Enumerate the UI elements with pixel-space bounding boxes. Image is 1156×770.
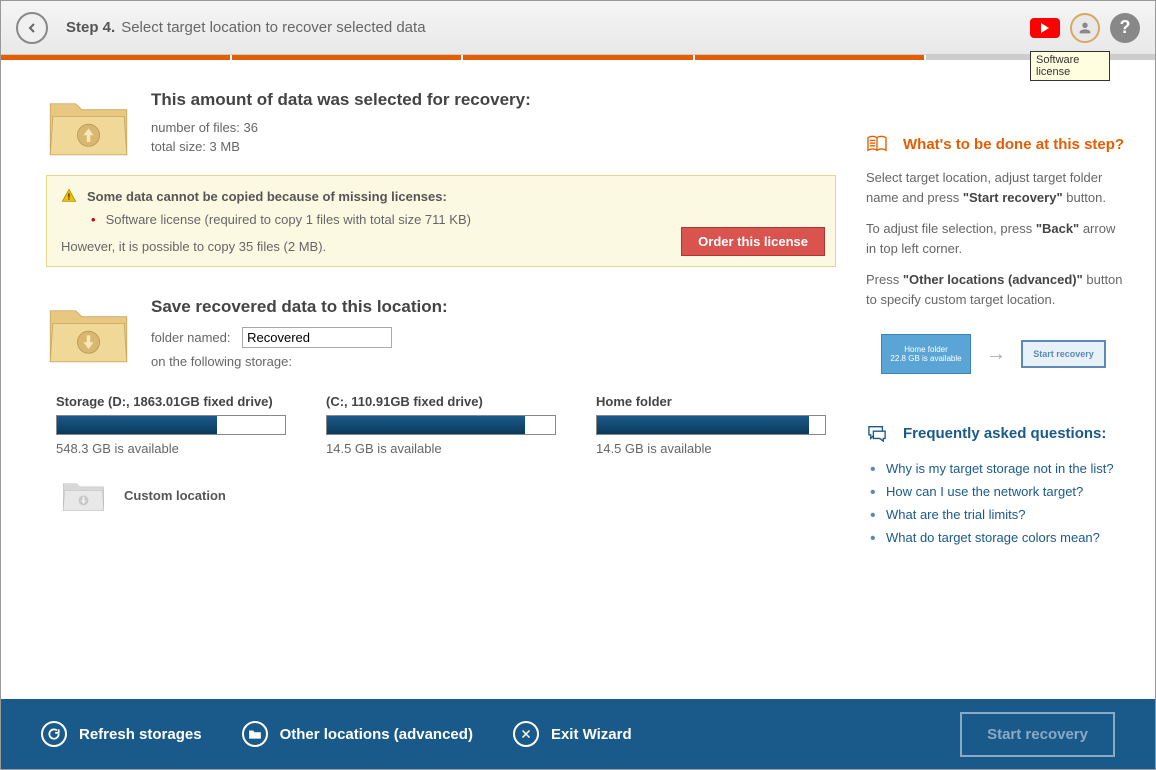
storage-list: Storage (D:, 1863.01GB fixed drive) 548.… (56, 394, 826, 456)
help-heading: What's to be done at this step? (866, 135, 1125, 153)
storage-hint: on the following storage: (151, 354, 836, 369)
order-license-button[interactable]: Order this license (681, 227, 825, 256)
help-button[interactable]: ? (1110, 13, 1140, 43)
step-description: Select target location to recover select… (121, 19, 425, 36)
save-title: Save recovered data to this location: (151, 297, 836, 317)
faq-list: Why is my target storage not in the list… (866, 457, 1125, 549)
faq-link[interactable]: How can I use the network target? (866, 480, 1125, 503)
other-locations-button[interactable]: Other locations (advanced) (242, 721, 473, 747)
folder-name-input[interactable] (242, 327, 392, 348)
total-size: total size: 3 MB (151, 139, 836, 154)
folder-grey-icon (61, 476, 106, 514)
storage-option[interactable]: Storage (D:, 1863.01GB fixed drive) 548.… (56, 394, 286, 456)
progress-bar (1, 55, 1155, 60)
storage-option[interactable]: (C:, 110.91GB fixed drive) 14.5 GB is av… (326, 394, 556, 456)
header: Step 4. Select target location to recove… (1, 1, 1155, 55)
faq-link[interactable]: What are the trial limits? (866, 503, 1125, 526)
license-warning: ! Some data cannot be copied because of … (46, 175, 836, 267)
arrow-left-icon (24, 20, 40, 36)
summary-section: This amount of data was selected for rec… (46, 90, 836, 160)
chat-icon (866, 424, 888, 442)
folder-down-icon (46, 297, 131, 367)
folder-icon (248, 728, 262, 740)
refresh-storages-button[interactable]: Refresh storages (41, 721, 202, 747)
folder-name-label: folder named: (151, 330, 231, 345)
help-paragraph: To adjust file selection, press "Back" a… (866, 219, 1125, 258)
book-icon (866, 135, 888, 153)
youtube-icon[interactable] (1030, 18, 1060, 38)
custom-location-option[interactable]: Custom location (61, 476, 836, 514)
user-button[interactable] (1070, 13, 1100, 43)
start-recovery-button[interactable]: Start recovery (960, 712, 1115, 757)
faq-heading: Frequently asked questions: (866, 424, 1125, 442)
help-paragraph: Press "Other locations (advanced)" butto… (866, 270, 1125, 309)
file-count: number of files: 36 (151, 120, 836, 135)
refresh-icon (47, 727, 61, 741)
step-number: Step 4. (66, 19, 115, 36)
footer: Refresh storages Other locations (advanc… (1, 699, 1155, 769)
demo-illustration: Home folder22.8 GB is available → Start … (881, 334, 1125, 374)
arrow-right-icon: → (986, 343, 1006, 366)
faq-link[interactable]: What do target storage colors mean? (866, 526, 1125, 549)
summary-title: This amount of data was selected for rec… (151, 90, 836, 110)
close-icon (520, 728, 532, 740)
storage-option[interactable]: Home folder 14.5 GB is available (596, 394, 826, 456)
folder-up-icon (46, 90, 131, 160)
back-button[interactable] (16, 12, 48, 44)
help-paragraph: Select target location, adjust target fo… (866, 168, 1125, 207)
exit-wizard-button[interactable]: Exit Wizard (513, 721, 632, 747)
faq-link[interactable]: Why is my target storage not in the list… (866, 457, 1125, 480)
warning-title-text: Some data cannot be copied because of mi… (87, 189, 447, 204)
warning-icon: ! (61, 188, 77, 204)
tooltip-software-license: Software license (1030, 51, 1110, 81)
svg-text:!: ! (68, 192, 71, 201)
user-icon (1077, 20, 1093, 36)
custom-location-label: Custom location (124, 488, 226, 503)
save-location-section: Save recovered data to this location: fo… (46, 297, 836, 369)
warning-item: Software license (required to copy 1 fil… (91, 212, 821, 227)
